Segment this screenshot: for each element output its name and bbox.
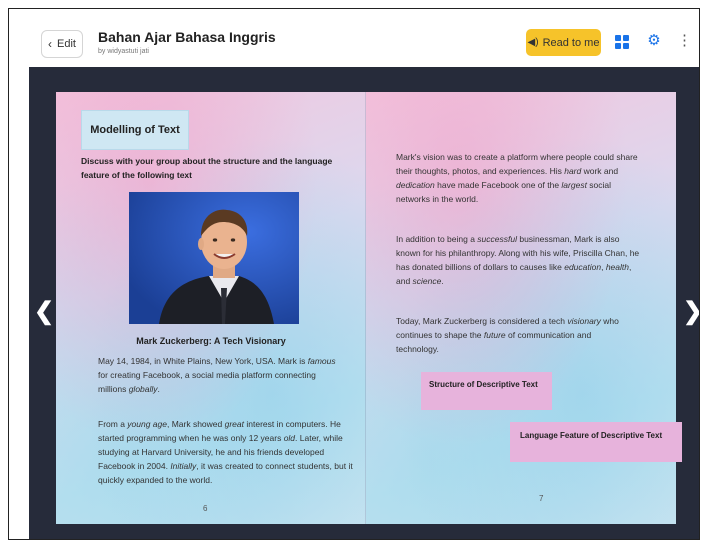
photo-caption: Mark Zuckerberg: A Tech Visionary: [136, 336, 286, 346]
read-to-me-label: Read to me: [542, 36, 600, 49]
instruction-text: Discuss with your group about the struct…: [81, 156, 333, 180]
edit-button[interactable]: ‹ Edit: [41, 30, 83, 58]
book-author: by widyastuti jati: [98, 48, 149, 55]
read-to-me-button[interactable]: ◀) Read to me: [526, 29, 601, 56]
grid-icon[interactable]: [615, 35, 629, 49]
more-vertical-icon[interactable]: ⋮: [677, 33, 692, 51]
page-number: 7: [539, 494, 544, 503]
paragraph-vision: Mark's vision was to create a platform w…: [396, 152, 638, 204]
book-title: Bahan Ajar Bahasa Inggris: [98, 29, 276, 45]
language-feature-label-box: Language Feature of Descriptive Text: [510, 422, 682, 462]
speaker-icon: ◀): [527, 37, 539, 48]
page-number: 6: [203, 504, 208, 513]
paragraph-philanthropy: In addition to being a successful busine…: [396, 234, 640, 286]
structure-label-box: Structure of Descriptive Text: [421, 372, 552, 410]
section-heading: Modelling of Text: [81, 110, 189, 150]
top-bar: ‹ Edit Bahan Ajar Bahasa Inggris by widy…: [9, 9, 699, 67]
gear-icon[interactable]: ⚙: [646, 33, 662, 49]
chevron-left-icon[interactable]: ❮: [34, 300, 54, 324]
chevron-left-icon: ‹: [48, 37, 53, 51]
page-left: Modelling of Text Discuss with your grou…: [56, 92, 366, 524]
paragraph-intro: May 14, 1984, in White Plains, New York,…: [98, 356, 336, 394]
person-photo: [129, 192, 299, 324]
book-viewer: ❮ ❯ Modelling of Text Discuss with your …: [29, 67, 699, 539]
paragraph-legacy: Today, Mark Zuckerberg is considered a t…: [396, 316, 619, 354]
paragraph-early-life: From a young age, Mark showed great inte…: [98, 419, 353, 485]
chevron-right-icon[interactable]: ❯: [683, 300, 699, 324]
edit-label: Edit: [57, 38, 76, 50]
page-right: Mark's vision was to create a platform w…: [366, 92, 682, 524]
app-frame: ‹ Edit Bahan Ajar Bahasa Inggris by widy…: [8, 8, 700, 540]
